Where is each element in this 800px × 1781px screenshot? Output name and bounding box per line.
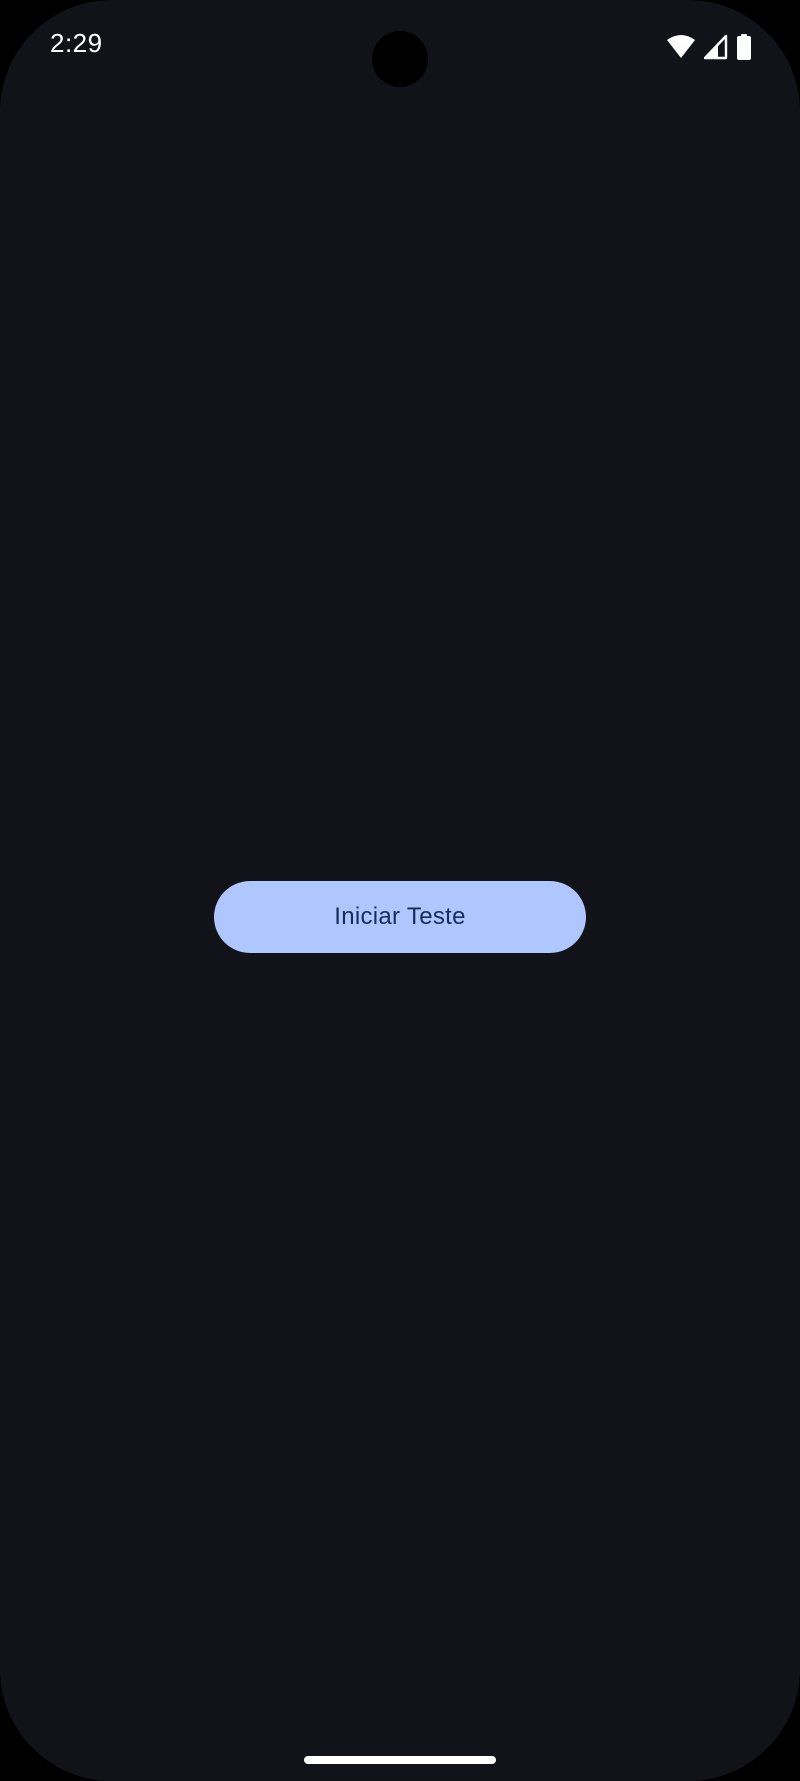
- status-bar: 2:29: [0, 0, 800, 92]
- start-test-button[interactable]: Iniciar Teste: [214, 881, 586, 953]
- phone-screen: 2:29 Iniciar Teste: [0, 0, 800, 1781]
- wifi-icon: [666, 33, 696, 61]
- status-time: 2:29: [50, 28, 103, 58]
- battery-icon: [736, 33, 752, 61]
- camera-cutout: [372, 31, 428, 87]
- home-indicator[interactable]: [304, 1756, 496, 1764]
- status-icons: [666, 33, 752, 61]
- cell-signal-icon: [703, 33, 728, 61]
